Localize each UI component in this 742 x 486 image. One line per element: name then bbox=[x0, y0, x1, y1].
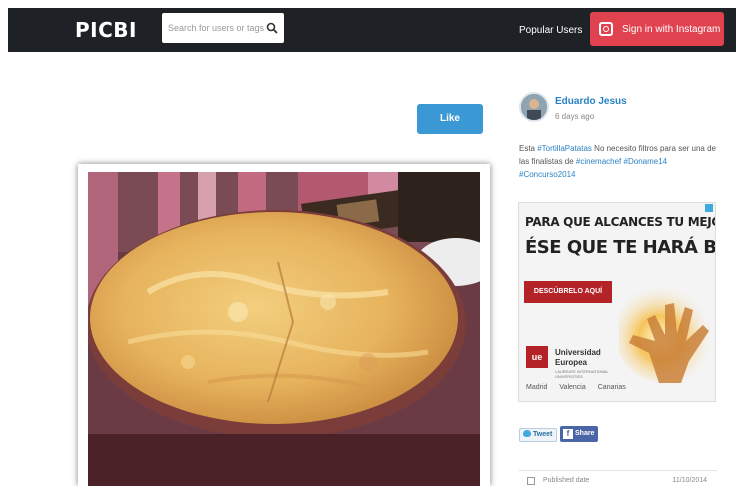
calendar-icon bbox=[527, 477, 535, 485]
navbar: PICBI Popular Users Sign in with Instagr… bbox=[8, 8, 736, 52]
city-label: Madrid bbox=[526, 384, 548, 391]
university-name: Universidad Europea bbox=[555, 348, 601, 367]
hashtag-link[interactable]: #TortillaPatatas bbox=[537, 144, 592, 153]
tweet-label: Tweet bbox=[533, 431, 553, 438]
campus-cities: Madrid Valencia Canarias bbox=[526, 384, 638, 391]
post-time: 6 days ago bbox=[555, 112, 595, 121]
hashtag-link[interactable]: #Doname14 bbox=[624, 157, 668, 166]
sign-in-instagram-button[interactable]: Sign in with Instagram bbox=[590, 12, 724, 46]
facebook-share-button[interactable]: f Share bbox=[560, 426, 598, 442]
author-name[interactable]: Eduardo Jesus bbox=[555, 96, 627, 107]
adchoices-icon[interactable] bbox=[705, 204, 713, 212]
ad-cta-button[interactable]: DESCÚBRELO AQUÍ bbox=[524, 281, 612, 303]
facebook-icon: f bbox=[563, 429, 573, 439]
post-photo[interactable] bbox=[88, 172, 480, 486]
ad-headline-1: PARA QUE ALCANCES TU MEJOR YO bbox=[525, 215, 715, 229]
published-date-row: Published date 11/10/2014 bbox=[519, 470, 717, 486]
post-caption: Esta #TortillaPatatas No necesito filtro… bbox=[519, 142, 719, 181]
hashtag-link[interactable]: #cinemachef bbox=[576, 157, 621, 166]
city-label: Valencia bbox=[559, 384, 586, 391]
search-icon[interactable] bbox=[266, 22, 278, 34]
logo[interactable]: PICBI bbox=[75, 18, 137, 42]
popular-users-link[interactable]: Popular Users bbox=[519, 25, 582, 36]
ad-banner[interactable]: PARA QUE ALCANCES TU MEJOR YO ÉSE QUE TE… bbox=[518, 202, 716, 402]
share-label: Share bbox=[575, 430, 595, 437]
caption-text: Esta bbox=[519, 144, 538, 153]
ad-headline-2: ÉSE QUE TE HARÁ BRILLAR bbox=[525, 237, 716, 258]
published-label: Published date bbox=[543, 477, 590, 484]
university-logo: ue bbox=[526, 346, 548, 368]
search-box[interactable] bbox=[162, 13, 284, 43]
twitter-icon bbox=[523, 430, 531, 437]
tweet-button[interactable]: Tweet bbox=[519, 428, 557, 442]
like-button[interactable]: Like bbox=[417, 104, 483, 134]
instagram-icon bbox=[599, 22, 613, 36]
avatar[interactable] bbox=[519, 92, 549, 122]
city-label: Canarias bbox=[597, 384, 626, 391]
sign-in-label: Sign in with Instagram bbox=[622, 24, 721, 35]
published-value: 11/10/2014 bbox=[672, 477, 707, 484]
hashtag-link[interactable]: #Concurso2014 bbox=[519, 170, 575, 179]
university-tagline: LAUREATE INTERNATIONAL UNIVERSITIES bbox=[555, 369, 609, 379]
search-input[interactable] bbox=[162, 13, 266, 43]
